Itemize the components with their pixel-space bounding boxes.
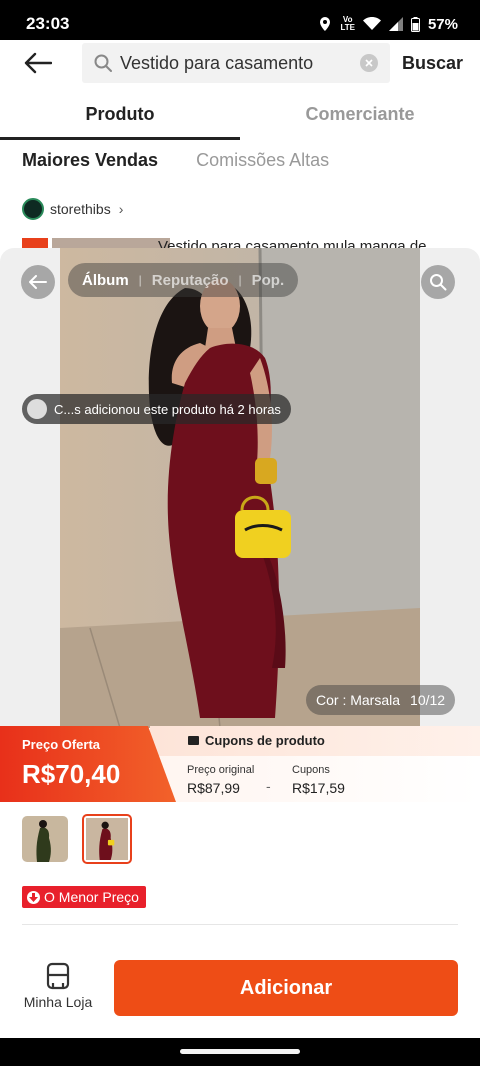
- chevron-right-icon: ›: [118, 201, 124, 217]
- search-query: Vestido para casamento: [120, 52, 314, 73]
- volte-icon: Vo LTE: [340, 15, 355, 32]
- sheet-search-button[interactable]: [421, 265, 455, 299]
- add-button[interactable]: Adicionar: [114, 960, 458, 1016]
- offer-price-value: R$70,40: [22, 759, 121, 789]
- tab-produto[interactable]: Produto: [0, 88, 240, 140]
- battery-level: 57%: [427, 15, 458, 33]
- back-arrow-icon: [24, 52, 52, 74]
- original-price-label: Preço original: [187, 764, 255, 776]
- signal-icon: [388, 17, 403, 31]
- sort-maiores-vendas[interactable]: Maiores Vendas: [22, 150, 158, 171]
- divider: [22, 924, 458, 925]
- tab-reputacao[interactable]: Reputação: [152, 272, 229, 289]
- tab-album[interactable]: Álbum: [82, 272, 129, 289]
- product-sheet: Álbum | Reputação | Pop. C...s adicionou…: [0, 248, 480, 1066]
- wifi-icon: [362, 17, 381, 30]
- store-name: storethibs: [50, 201, 111, 217]
- variant-label: Cor : Marsala: [316, 692, 401, 708]
- coupon-label: Cupons: [292, 764, 330, 776]
- offer-price-label: Preço Oferta: [22, 737, 101, 752]
- bottom-action-bar: Minha Loja Adicionar: [0, 952, 480, 1034]
- coupon-header: Cupons de produto: [188, 733, 325, 748]
- offer-price: Preço Oferta R$70,40: [0, 726, 176, 802]
- store-link[interactable]: storethibs ›: [22, 198, 123, 220]
- sheet-back-button[interactable]: [21, 265, 55, 299]
- tab-comerciante[interactable]: Comerciante: [240, 88, 480, 140]
- activity-toast: C...s adicionou este produto há 2 horas: [22, 394, 291, 424]
- down-arrow-icon: [27, 890, 40, 904]
- location-icon: [320, 17, 331, 31]
- ticket-icon: [188, 736, 199, 745]
- search-button[interactable]: Buscar: [402, 53, 463, 74]
- search-icon: [94, 54, 112, 72]
- thumb-image: [22, 816, 68, 862]
- sort-comissoes-altas[interactable]: Comissões Altas: [196, 150, 329, 171]
- system-nav-bar: [0, 1038, 480, 1066]
- media-tabs: Álbum | Reputação | Pop.: [68, 263, 299, 297]
- color-option-thumb-1[interactable]: [22, 816, 68, 862]
- lowest-price-badge: O Menor Preço: [22, 886, 146, 908]
- original-price-value: R$87,99: [187, 780, 240, 796]
- back-arrow-icon: [29, 275, 47, 289]
- user-avatar: [27, 399, 47, 419]
- search-icon: [430, 274, 447, 291]
- price-banner: Cupons de produto Preço original R$87,99…: [0, 726, 480, 802]
- result-tabs: Produto Comerciante: [0, 88, 480, 140]
- status-time: 23:03: [26, 14, 70, 33]
- color-option-thumb-2[interactable]: [82, 814, 132, 864]
- tab-pop[interactable]: Pop.: [252, 272, 285, 289]
- my-shop-label: Minha Loja: [23, 994, 93, 1010]
- variant-indicator: Cor : Marsala 10/12: [306, 685, 456, 715]
- my-shop-button[interactable]: Minha Loja: [18, 962, 98, 1018]
- shop-icon: [46, 962, 70, 990]
- home-gesture-handle[interactable]: [180, 1049, 300, 1054]
- sort-row: Maiores Vendas Comissões Altas: [22, 150, 329, 171]
- product-image: [60, 248, 420, 728]
- back-button[interactable]: [18, 43, 58, 83]
- status-icons: Vo LTE 57%: [318, 16, 458, 33]
- search-input[interactable]: Vestido para casamento: [82, 43, 390, 83]
- image-counter: 10/12: [410, 692, 446, 708]
- store-avatar: [22, 198, 44, 220]
- toast-text: C...s adicionou este produto há 2 horas: [54, 401, 281, 417]
- coupon-value: R$17,59: [292, 780, 345, 796]
- clear-icon[interactable]: [360, 54, 378, 72]
- search-header: Vestido para casamento Buscar: [0, 40, 480, 86]
- minus-sign: -: [266, 778, 271, 794]
- battery-icon: [410, 16, 420, 32]
- product-photo[interactable]: Álbum | Reputação | Pop. C...s adicionou…: [0, 248, 480, 728]
- thumb-image: [86, 818, 128, 860]
- coupon-panel: Cupons de produto Preço original R$87,99…: [150, 726, 480, 802]
